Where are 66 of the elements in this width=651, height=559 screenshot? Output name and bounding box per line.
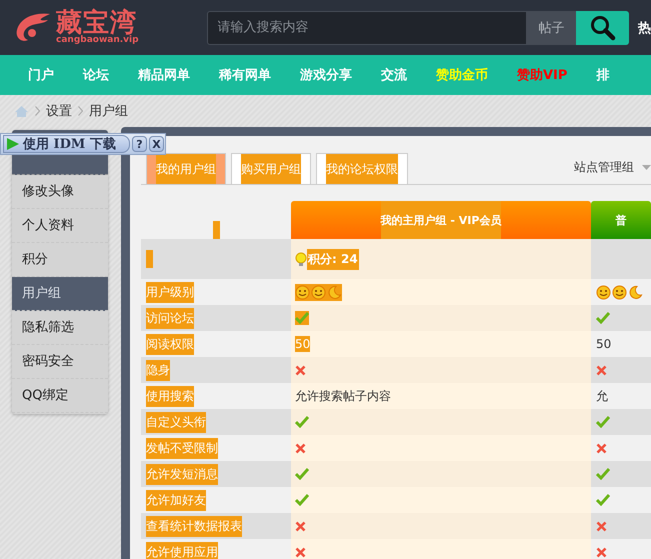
help-button[interactable]: ? [132,136,147,152]
marker [212,221,220,239]
hot-link[interactable]: 热 [638,18,651,36]
cell-value: 允许搜索帖子内容 [295,388,391,404]
cross-icon [295,520,306,532]
cell-value: 50 [596,336,612,352]
smiley-icon [311,284,326,300]
row-label: 查看统计数据报表 [146,516,242,536]
row-label: 发帖不受限制 [146,438,218,458]
search-icon [590,14,616,40]
cross-icon [596,546,607,558]
check-icon [295,468,309,480]
breadcrumb-link[interactable]: 用户组 [89,102,128,120]
row-label: 允许发短消息 [146,464,218,484]
cross-icon [295,364,306,376]
chevron-icon [35,106,40,116]
caret-icon [642,165,651,170]
check-icon [596,312,610,324]
chevron-icon [78,106,83,116]
score-text: 积分: 24 [307,248,359,270]
sidebar-item[interactable]: 用户组 [12,277,108,311]
sidebar-item[interactable]: QQ绑定 [12,379,108,413]
play-icon [6,137,20,151]
search-field[interactable]: 请输入搜索内容 [206,10,527,44]
smiley-icon [596,284,611,300]
smiley-icon [612,284,627,300]
row-label: 自定义头衔 [146,412,206,432]
cross-icon [295,546,306,558]
cross-icon [295,442,306,454]
row-label: 用户级别 [146,282,194,302]
row-label: 访问论坛 [146,308,194,328]
column-header: 普 [591,201,651,239]
check-icon [295,416,309,428]
moon-icon [327,284,342,300]
close-button[interactable]: X [149,136,164,152]
sidebar-item[interactable]: 个人资料 [12,209,108,243]
lightbulb-icon [295,252,307,266]
flame-logo-icon [14,12,52,44]
check-icon [596,494,610,506]
breadcrumb-link[interactable]: 设置 [46,102,72,120]
row-label: 允许使用应用 [146,542,218,559]
group-select[interactable]: 站点管理组 [574,159,651,176]
logo-domain: cangbaowan.vip [56,36,139,45]
cell-value: 允 [596,388,608,404]
cell-value: 50 [295,336,310,352]
check-icon [295,494,309,506]
marker [146,250,153,268]
sidebar-item[interactable]: 修改头像 [12,175,108,209]
cross-icon [596,364,607,376]
search-scope-button[interactable]: 帖子 [526,10,576,44]
row-label: 允许加好友 [146,490,206,510]
logo-text: 藏宝湾 [56,10,137,36]
sidebar-item[interactable]: 密码安全 [12,345,108,379]
cross-icon [596,520,607,532]
moon-icon [628,284,643,300]
idm-download-button[interactable]: 使用 IDM 下载 [3,135,130,153]
check-icon [596,468,610,480]
search-button[interactable] [576,10,629,44]
row-label: 阅读权限 [146,334,194,354]
row-label: 隐身 [146,360,170,380]
column-header: 我的主用户组 - VIP会员 [291,201,591,239]
smiley-icon [295,284,310,300]
sidebar-item[interactable]: 隐私筛选 [12,311,108,345]
row-label: 使用搜索 [146,386,194,406]
cross-icon [596,442,607,454]
check-icon [596,416,610,428]
